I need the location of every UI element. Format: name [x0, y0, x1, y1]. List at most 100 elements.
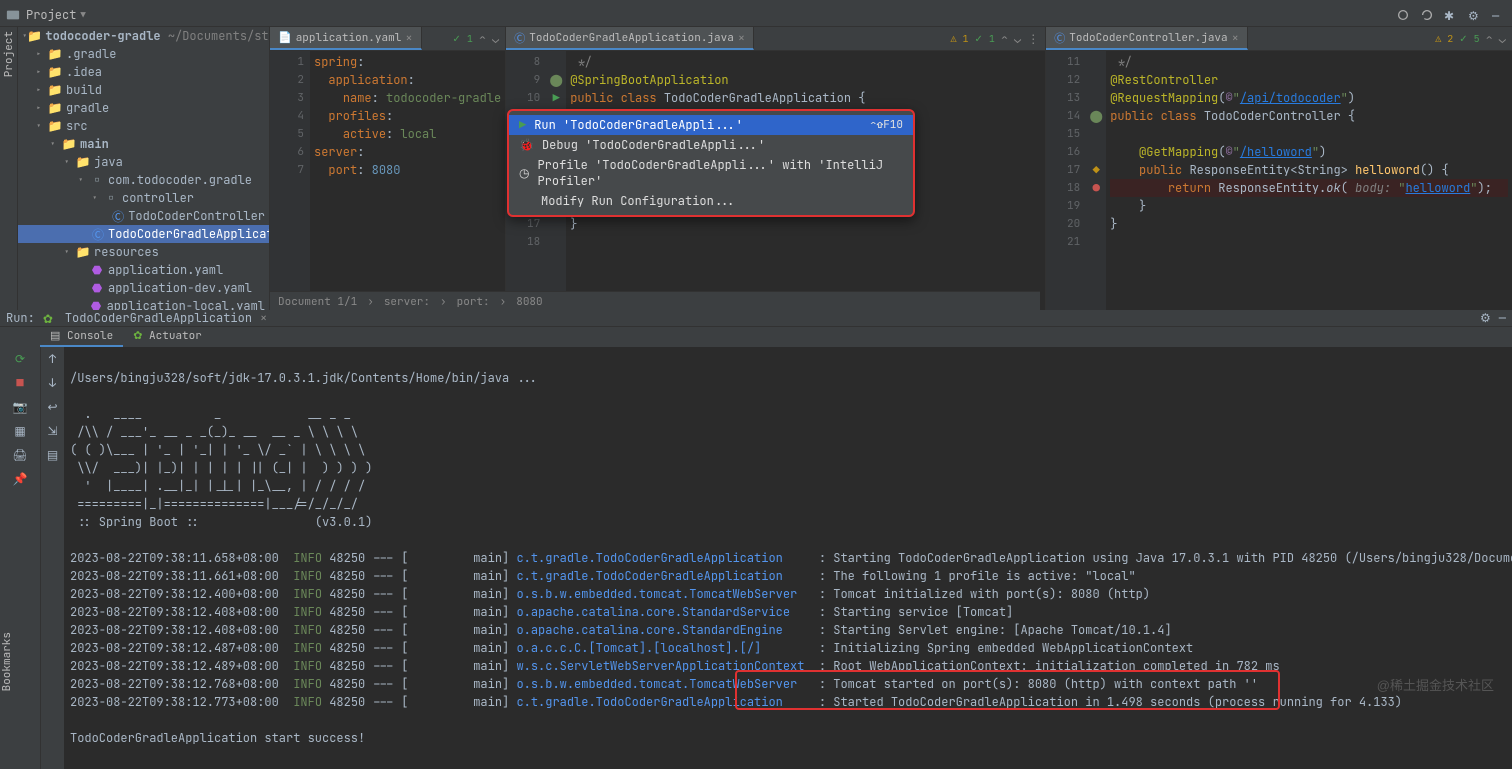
log-line: 2023-08-22T09:38:12.408+08:00 INFO 48250… — [70, 603, 1506, 621]
doc-position: Document 1/1 — [278, 295, 357, 309]
run-sidebar: ⟳ ■ 📷 ▦ 🖨 📌 — [0, 347, 40, 769]
tree-item-src[interactable]: ▾📁src — [18, 117, 269, 135]
gear-icon[interactable]: ⚙ — [1468, 8, 1482, 22]
chevron-down-icon[interactable]: ⌄ — [1014, 31, 1021, 47]
menu-label: Profile 'TodoCoderGradleAppli...' with '… — [537, 157, 903, 189]
project-label: Project — [26, 7, 76, 23]
tree-item-application-yaml[interactable]: ⬣application.yaml — [18, 261, 269, 279]
log-line: 2023-08-22T09:38:11.661+08:00 INFO 48250… — [70, 567, 1506, 585]
java-class-icon: Ⓒ — [514, 30, 525, 46]
project-icon — [6, 8, 20, 22]
rerun-icon[interactable]: ⟳ — [15, 351, 25, 367]
success-line: TodoCoderGradleApplication start success… — [70, 730, 365, 746]
close-icon[interactable]: × — [405, 30, 412, 46]
stop-icon[interactable]: ■ — [16, 375, 23, 391]
play-icon: ▶ — [519, 117, 526, 133]
menu-label: Run 'TodoCoderGradleAppli...' — [534, 117, 743, 133]
tab-label: TodoCoderGradleApplication.java — [529, 31, 734, 45]
console-icon: ▤ — [50, 329, 60, 343]
minimize-icon[interactable]: — — [1492, 8, 1506, 22]
controller-code[interactable]: */ @RestController @RequestMapping(©"/ap… — [1106, 51, 1512, 310]
tree-item-TodoCoderGradleApplication[interactable]: ⒸTodoCoderGradleApplication — [18, 225, 269, 243]
run-sidebar2: ↑ ↓ ↩ ⇲ ▤ — [40, 347, 64, 769]
close-icon[interactable]: × — [1232, 30, 1239, 46]
scroll-icon[interactable]: ⇲ — [47, 423, 57, 439]
gear-icon[interactable]: ⚙ — [1480, 310, 1491, 326]
actuator-tab[interactable]: ✿ Actuator — [123, 327, 212, 347]
tree-item-application-dev-yaml[interactable]: ⬣application-dev.yaml — [18, 279, 269, 297]
chevron-down-icon[interactable]: ⌄ — [492, 31, 499, 47]
camera-icon[interactable]: 📷 — [13, 399, 28, 415]
java-cmd: /Users/bingju328/soft/jdk-17.0.3.1.jdk/C… — [70, 370, 538, 386]
tree-item-controller[interactable]: ▾▫controller — [18, 189, 269, 207]
java-class-icon: Ⓒ — [1054, 30, 1065, 46]
chevron-up-icon[interactable]: ⌃ — [479, 31, 486, 47]
run-config-name: TodoCoderGradleApplication — [65, 310, 252, 326]
run-context-menu: ▶ Run 'TodoCoderGradleAppli...' ⌃⇧F10 🐞 … — [507, 109, 915, 217]
minimize-icon[interactable]: — — [1499, 310, 1506, 326]
log-line: 2023-08-22T09:38:12.487+08:00 INFO 48250… — [70, 639, 1506, 657]
print-icon[interactable]: 🖨 — [12, 447, 27, 463]
editor2-tabs: Ⓒ TodoCoderGradleApplication.java × ⚠ 1 … — [506, 27, 1045, 51]
chevron-down-icon[interactable]: ⌄ — [1499, 31, 1506, 47]
target-icon[interactable] — [1396, 8, 1410, 22]
project-tree[interactable]: ▾ 📁 todocoder-gradle ~/Documents/study/c… — [18, 27, 270, 310]
menu-run[interactable]: ▶ Run 'TodoCoderGradleAppli...' ⌃⇧F10 — [509, 115, 913, 135]
gutter: 1112131415161718192021 — [1046, 51, 1086, 310]
editor3-tabs: Ⓒ TodoCoderController.java × ⚠ 2 ✓ 5 ⌃ ⌄ — [1046, 27, 1512, 51]
expand-icon[interactable]: ✱ — [1444, 8, 1458, 22]
bug-icon: 🐞 — [519, 137, 534, 153]
menu-profile[interactable]: ◷ Profile 'TodoCoderGradleAppli...' with… — [509, 155, 913, 191]
tree-item-build[interactable]: ▸📁build — [18, 81, 269, 99]
menu-modify-config[interactable]: Modify Run Configuration... — [509, 191, 913, 211]
yaml-icon: 📄 — [278, 31, 292, 45]
watermark: @稀土掘金技术社区 — [1377, 675, 1494, 694]
wrap-icon[interactable]: ↩ — [47, 399, 57, 415]
up-icon[interactable]: ↑ — [49, 351, 56, 367]
tab-label: TodoCoderController.java — [1069, 31, 1227, 45]
tree-item-application-local-yaml[interactable]: ⬣application-local.yaml — [18, 297, 269, 310]
tab-application-yaml[interactable]: 📄 application.yaml × — [270, 27, 422, 50]
project-toolwindow-tab[interactable]: Project — [2, 31, 16, 77]
chevron-up-icon[interactable]: ⌃ — [1486, 31, 1493, 47]
down-icon[interactable]: ↓ — [49, 375, 56, 391]
bookmarks-toolwindow[interactable]: Bookmarks — [0, 630, 18, 700]
editor-breadcrumb: Document 1/1 › server: › port: › 8080 — [270, 291, 1040, 311]
layout-icon[interactable]: ▦ — [14, 423, 25, 439]
more-icon[interactable]: ⋮ — [1027, 31, 1039, 47]
highlight-annotation — [735, 670, 1280, 710]
menu-label: Modify Run Configuration... — [541, 193, 735, 209]
log-line: 2023-08-22T09:38:12.400+08:00 INFO 48250… — [70, 585, 1506, 603]
gutter: 1234567 — [270, 51, 310, 310]
menu-label: Debug 'TodoCoderGradleAppli...' — [542, 137, 765, 153]
clock-icon: ◷ — [519, 165, 529, 181]
tree-item-com-todocoder-gradle[interactable]: ▾▫com.todocoder.gradle — [18, 171, 269, 189]
tab-label: application.yaml — [296, 31, 402, 45]
tree-item-resources[interactable]: ▾📁resources — [18, 243, 269, 261]
close-icon[interactable]: × — [260, 310, 267, 326]
log-line: 2023-08-22T09:38:11.658+08:00 INFO 48250… — [70, 549, 1506, 567]
menu-debug[interactable]: 🐞 Debug 'TodoCoderGradleAppli...' — [509, 135, 913, 155]
tree-item-gradle[interactable]: ▸📁gradle — [18, 99, 269, 117]
editor1-tabs: 📄 application.yaml × ✓ 1 ⌃ ⌄ — [270, 27, 505, 51]
tab-application-java[interactable]: Ⓒ TodoCoderGradleApplication.java × — [506, 27, 754, 50]
run-panel: Run: ✿ TodoCoderGradleApplication × ⚙ — … — [0, 310, 1512, 732]
tab-controller-java[interactable]: Ⓒ TodoCoderController.java × — [1046, 27, 1248, 50]
tree-item-main[interactable]: ▾📁main — [18, 135, 269, 153]
refresh-icon[interactable] — [1420, 8, 1434, 22]
tree-item--gradle[interactable]: ▸📁.gradle — [18, 45, 269, 63]
yaml-code[interactable]: spring: application: name: todocoder-gra… — [310, 51, 505, 310]
project-selector[interactable]: Project ▼ — [26, 7, 86, 23]
chevron-up-icon[interactable]: ⌃ — [1001, 31, 1008, 47]
filter-icon[interactable]: ▤ — [47, 447, 58, 463]
tree-item-TodoCoderController[interactable]: ⒸTodoCoderController — [18, 207, 269, 225]
log-line: 2023-08-22T09:38:12.408+08:00 INFO 48250… — [70, 621, 1506, 639]
close-icon[interactable]: × — [738, 30, 745, 46]
tree-item-java[interactable]: ▾📁java — [18, 153, 269, 171]
tree-item--idea[interactable]: ▸📁.idea — [18, 63, 269, 81]
tree-root-label: todocoder-gradle — [45, 28, 160, 44]
pin-icon[interactable]: 📌 — [13, 471, 28, 487]
gutter-icons: ⬤ ◆ ● — [1086, 51, 1106, 310]
tree-root[interactable]: ▾ 📁 todocoder-gradle ~/Documents/study/c… — [18, 27, 269, 45]
console-tab[interactable]: ▤ Console — [40, 327, 123, 347]
